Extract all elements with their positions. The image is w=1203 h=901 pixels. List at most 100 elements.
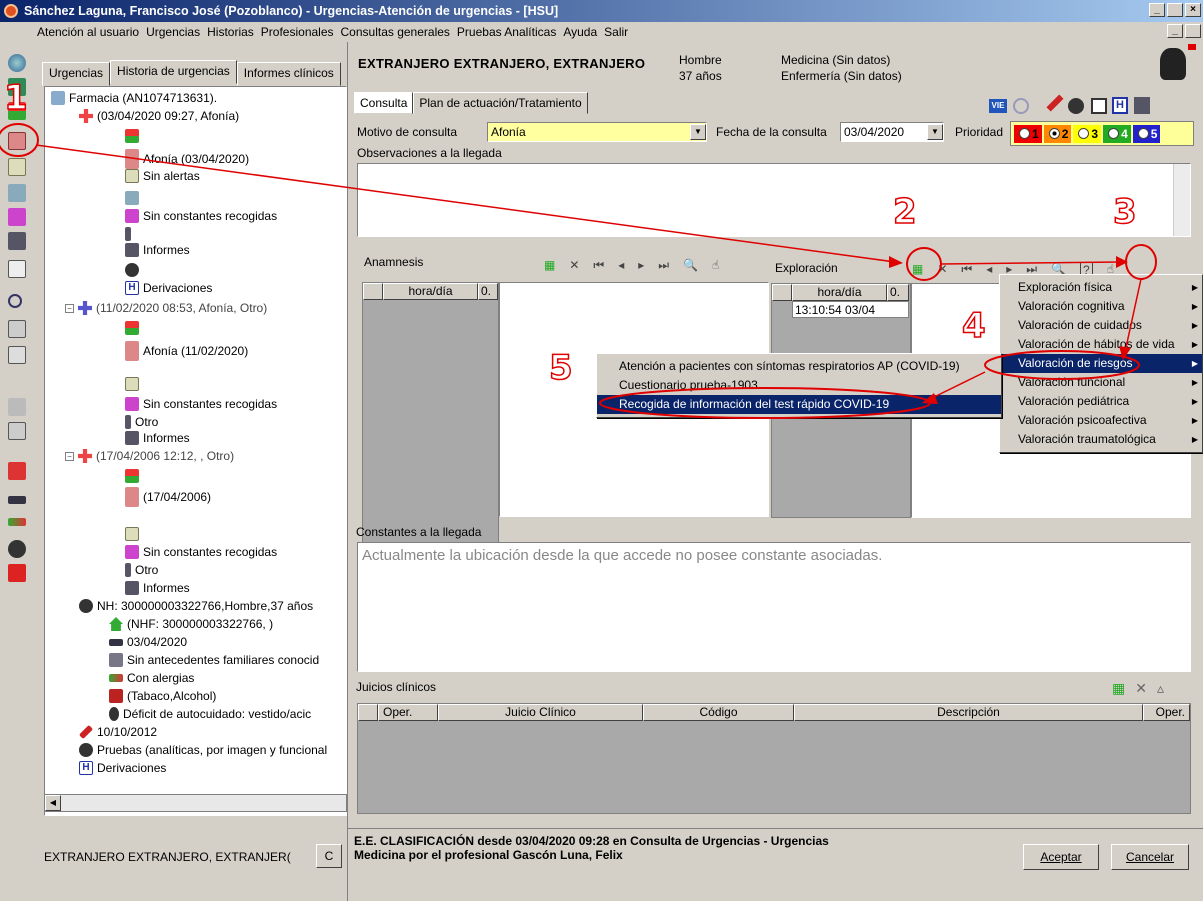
observaciones-textarea[interactable] (357, 163, 1191, 237)
priority-2[interactable]: 2 (1043, 124, 1072, 143)
person-search-icon[interactable] (1068, 98, 1084, 114)
tree-node-pruebas[interactable]: Pruebas (analíticas, por imagen y funcio… (79, 743, 327, 757)
menu-consultas[interactable]: Consultas generales (340, 25, 451, 39)
mdi-restore-button[interactable] (1185, 24, 1201, 38)
juicios-col-codigo[interactable]: Código (643, 704, 794, 721)
tree-node-consulta-1[interactable]: Afonía (03/04/2020) (125, 149, 249, 169)
h-icon[interactable]: H (1112, 97, 1128, 114)
tree-node-constantes-2[interactable]: Sin constantes recogidas (125, 397, 277, 411)
menu-item-valoracion-habitos[interactable]: Valoración de hábitos de vida ▶ (1000, 335, 1202, 354)
menu-historias[interactable]: Historias (206, 25, 255, 39)
minimize-button[interactable]: _ (1149, 3, 1165, 17)
sort-icon[interactable] (8, 398, 26, 416)
anamnesis-row-selector[interactable] (363, 283, 383, 300)
tree-node-consulta-2[interactable]: Afonía (11/02/2020) (125, 341, 248, 361)
submenu-item-cuestionario[interactable]: Cuestionario prueba-1903 (597, 376, 1001, 395)
menu-item-exploracion-fisica[interactable]: Exploración física ▶ (1000, 278, 1202, 297)
anamnesis-list[interactable]: hora/día 0. (362, 282, 499, 557)
add-record-icon[interactable]: ▦ (912, 262, 923, 278)
reports-icon[interactable] (8, 232, 26, 250)
tree-node-patient[interactable]: NH: 300000003322766,Hombre,37 años (79, 599, 313, 613)
tree-node-nhf[interactable]: (NHF: 300000003322766, ) (109, 617, 273, 631)
tree-node-person[interactable] (125, 263, 139, 277)
menu-item-valoracion-cognitiva[interactable]: Valoración cognitiva ▶ (1000, 297, 1202, 316)
tree-node-otro-3[interactable]: Otro (125, 563, 158, 577)
tree-node-constantes-3[interactable]: Sin constantes recogidas (125, 545, 277, 559)
delete-icon[interactable]: ✕ (937, 262, 947, 278)
radio-icon[interactable] (1019, 128, 1030, 139)
menu-profesionales[interactable]: Profesionales (260, 25, 335, 39)
anamnesis-col-o[interactable]: 0. (478, 283, 498, 300)
menu-item-valoracion-pediatrica[interactable]: Valoración pediátrica ▶ (1000, 392, 1202, 411)
expand-icon[interactable] (8, 422, 26, 440)
priority-4[interactable]: 4 (1103, 124, 1131, 143)
prev-icon[interactable]: ◂ (986, 262, 992, 278)
exploracion-row-selector[interactable] (772, 284, 792, 301)
tree-node-constantes-1[interactable]: Sin constantes recogidas (125, 209, 277, 223)
menu-salir[interactable]: Salir (603, 25, 629, 39)
first-icon[interactable]: ⏮ (961, 262, 972, 278)
allergy-icon[interactable] (8, 518, 26, 526)
tree-node-chart[interactable] (125, 191, 139, 205)
tab-consulta[interactable]: Consulta (354, 92, 414, 114)
exploracion-row[interactable]: 13:10:54 03/04 (792, 301, 909, 318)
globe-icon[interactable] (8, 54, 26, 72)
juicios-col-oper[interactable]: Oper. (378, 704, 438, 721)
document-icon[interactable] (8, 260, 26, 278)
radio-selected-icon[interactable] (1048, 128, 1060, 139)
tree-node-triage-2[interactable] (125, 321, 139, 335)
menu-item-valoracion-cuidados[interactable]: Valoración de cuidados ▶ (1000, 316, 1202, 335)
clinical-record-icon[interactable] (8, 132, 26, 150)
chevron-down-icon[interactable]: ▼ (927, 124, 943, 140)
grid-icon[interactable] (8, 208, 26, 226)
tree-node-family[interactable]: Sin antecedentes familiares conocid (109, 653, 319, 667)
next-icon[interactable]: ▸ (638, 258, 644, 273)
notes-icon[interactable] (8, 158, 26, 176)
menu-atencion[interactable]: Atención al usuario (36, 25, 140, 39)
zoom-icon[interactable]: 🔍 (683, 258, 698, 273)
person-icon[interactable] (8, 540, 26, 558)
tree-node-triage[interactable] (125, 129, 139, 143)
copy-icon[interactable] (8, 346, 26, 364)
tab-plan-actuacion[interactable]: Plan de actuación/Tratamiento (413, 92, 588, 114)
juicios-col-descripcion[interactable]: Descripción (794, 704, 1143, 721)
aceptar-button[interactable]: Aceptar (1023, 844, 1099, 870)
submenu-item-test-rapido[interactable]: Recogida de información del test rápido … (597, 395, 1001, 414)
tree-node-informes-1[interactable]: Informes (125, 243, 190, 257)
menu-urgencias[interactable]: Urgencias (145, 25, 201, 39)
tree-node-deficit[interactable]: Déficit de autocuidado: vestido/acic (109, 707, 311, 721)
bed-icon[interactable] (8, 496, 26, 504)
add-record-icon[interactable]: ▦ (544, 258, 555, 273)
tree-node-derivaciones-2[interactable]: H Derivaciones (79, 761, 166, 775)
exploracion-col-time[interactable]: hora/día (792, 284, 887, 301)
cancelar-button[interactable]: Cancelar (1111, 844, 1189, 870)
tree-node-episode-3[interactable]: − (17/04/2006 12:12, , Otro) (65, 449, 234, 463)
chevron-down-icon[interactable]: ▼ (690, 124, 706, 140)
tab-historia-urgencias[interactable]: Historia de urgencias (110, 60, 237, 84)
maximize-button[interactable] (1167, 3, 1183, 17)
observaciones-scrollbar[interactable] (1173, 164, 1190, 236)
tree-node-admission[interactable]: 03/04/2020 (109, 635, 187, 649)
search-icon[interactable] (8, 294, 22, 308)
emergency-icon[interactable] (8, 564, 26, 582)
priority-1[interactable]: 1 (1014, 124, 1042, 143)
anamnesis-col-time[interactable]: hora/día (383, 283, 478, 300)
prev-icon[interactable]: ◂ (618, 258, 624, 273)
reports-icon[interactable] (1134, 97, 1150, 114)
tree-node-episode-1[interactable]: (03/04/2020 09:27, Afonía) (79, 109, 239, 123)
tab-urgencias[interactable]: Urgencias (42, 62, 111, 86)
list-icon[interactable] (8, 320, 26, 338)
tree-node-attachment[interactable] (125, 227, 131, 241)
book-icon[interactable] (1091, 98, 1107, 114)
vie-icon[interactable]: VIE (989, 99, 1007, 113)
juicios-col-juicio[interactable]: Juicio Clínico (438, 704, 643, 721)
tab-informes-clinicos[interactable]: Informes clínicos (236, 62, 341, 86)
constants-icon[interactable] (8, 184, 26, 202)
tree-node-otro-2[interactable]: Otro (125, 415, 158, 429)
tree-node-habitos[interactable]: (Tabaco,Alcohol) (109, 689, 216, 703)
pencil-icon[interactable] (1046, 94, 1064, 112)
alert-icon[interactable] (8, 462, 26, 480)
motivo-combo[interactable]: Afonía ▼ (487, 122, 707, 142)
last-icon[interactable]: ⏭ (658, 258, 669, 273)
menu-pruebas[interactable]: Pruebas Analíticas (456, 25, 557, 39)
